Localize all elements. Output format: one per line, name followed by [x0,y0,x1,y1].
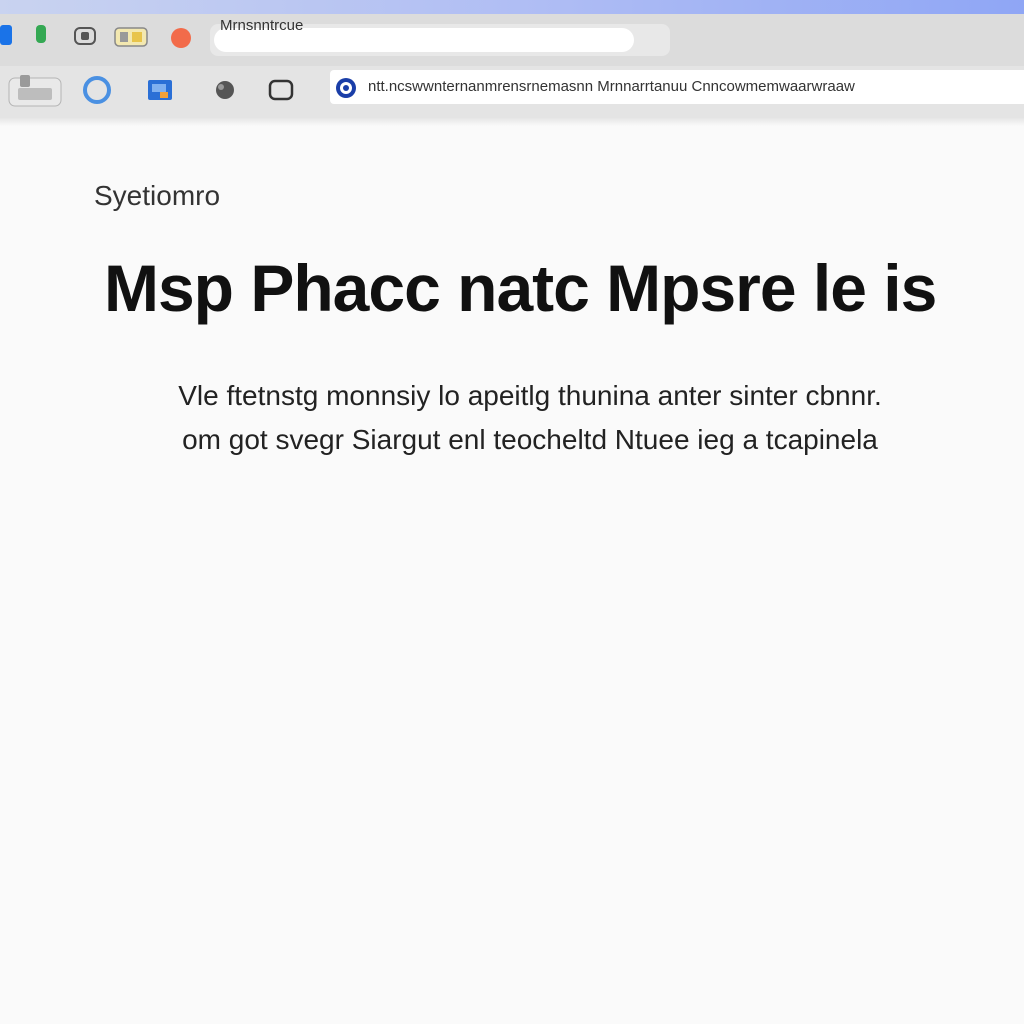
window-accent-strip [0,0,1024,14]
paragraph-line-1: Vle ftetnstg monnsiy lo apeitlg thunina … [178,380,882,411]
tab-bar [0,14,1024,66]
paragraph-line-2: om got svegr Siargut enl teocheltd Ntuee… [182,424,878,455]
account-icon [83,76,111,104]
toolbar-shadow [0,118,1024,126]
screen-icon [268,79,294,101]
site-icon [336,78,356,98]
address-text[interactable]: ntt.ncswwnternanmrensrnemasnn Mrnnarrtan… [368,78,855,95]
browser-window: Mrnsnntrcue ntt.ncswwnternanmrensrnemasn… [0,0,1024,1024]
extension-icon [216,81,234,99]
bookmark-button[interactable] [146,72,176,108]
screen-button[interactable] [266,72,296,108]
record-icon[interactable] [170,27,192,49]
green-square-icon[interactable] [36,25,48,43]
back-icon[interactable] [74,27,96,45]
page-headline: Msp Phacc natc Mpsre le is [104,251,937,325]
tab-title: Mrnsnntrcue [220,17,304,34]
bookmark-icon [148,80,172,100]
blue-square-icon[interactable] [0,25,14,45]
page-kicker: Syetiomro [94,180,221,211]
window-icon[interactable] [114,27,148,47]
print-icon [8,75,62,107]
extension-button[interactable] [210,72,240,108]
account-button[interactable] [82,72,112,108]
print-button[interactable] [8,72,62,108]
